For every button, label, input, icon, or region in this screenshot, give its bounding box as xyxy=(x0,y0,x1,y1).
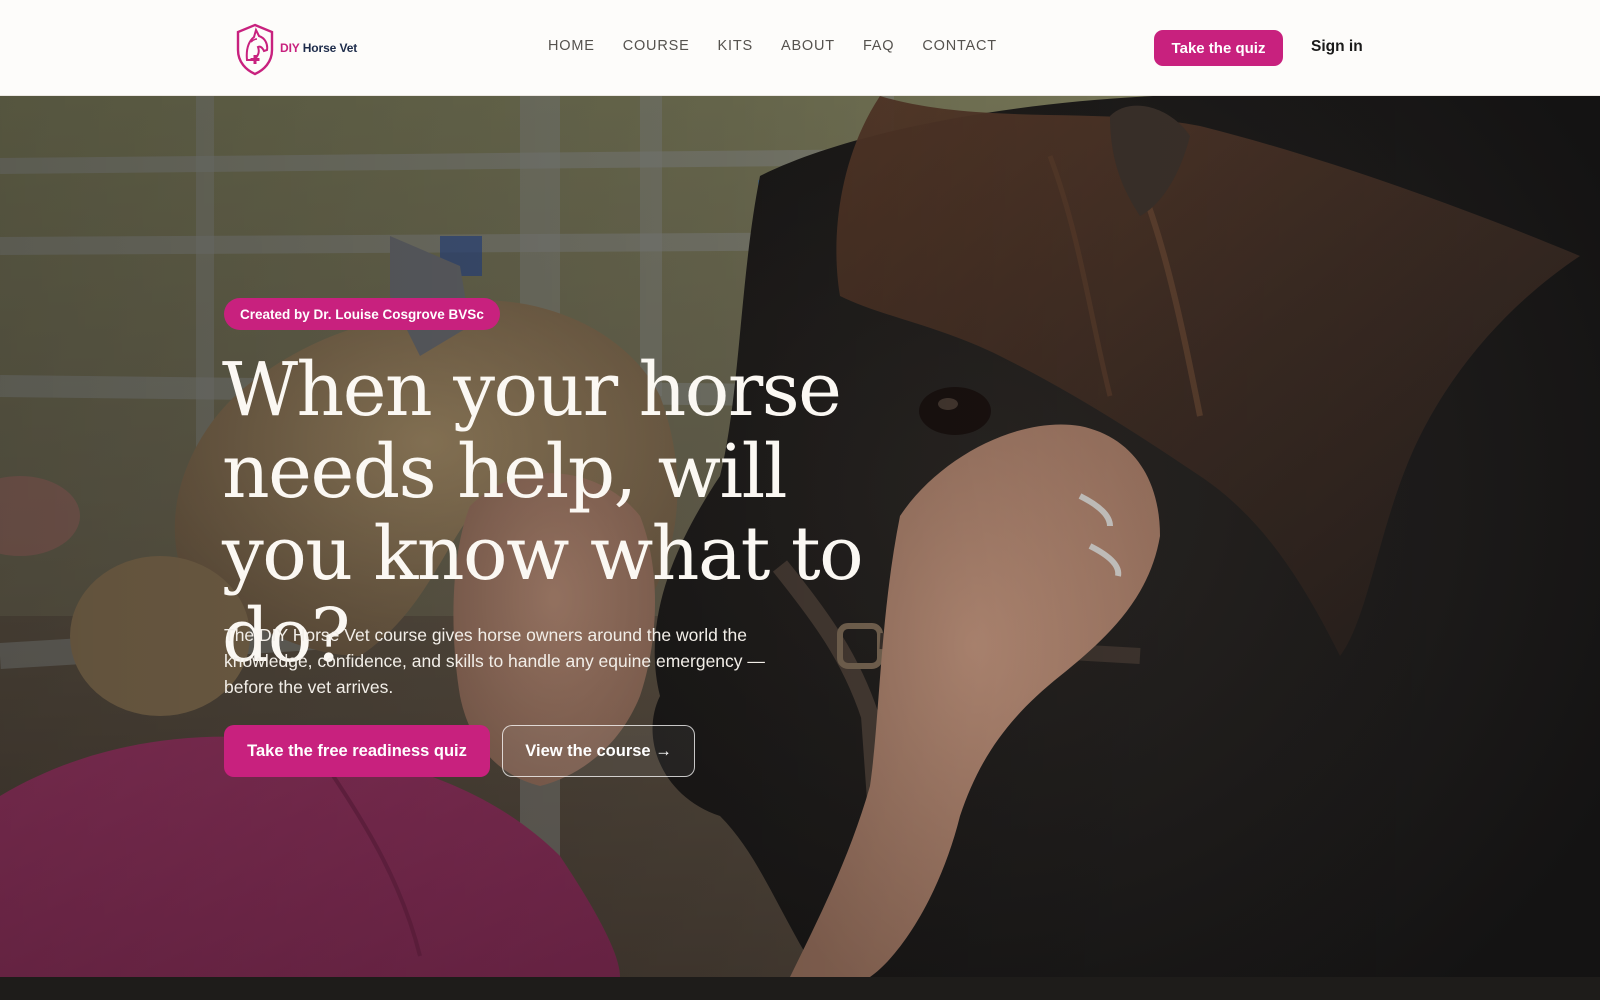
nav-faq[interactable]: FAQ xyxy=(863,38,894,54)
hero-section: Created by Dr. Louise Cosgrove BVSc When… xyxy=(0,96,1600,977)
brand-logo[interactable]: DIY Horse Vet xyxy=(233,20,357,76)
brand-wordmark-rest: Horse Vet xyxy=(299,41,358,55)
nav-home[interactable]: HOME xyxy=(548,38,595,54)
hero-subcopy: The DIY Horse Vet course gives horse own… xyxy=(224,625,765,697)
nav-kits[interactable]: KITS xyxy=(718,38,753,54)
nav-about[interactable]: ABOUT xyxy=(781,38,835,54)
nav-course[interactable]: COURSE xyxy=(623,38,690,54)
creator-badge: Created by Dr. Louise Cosgrove BVSc xyxy=(224,298,500,330)
main-nav: HOME COURSE KITS ABOUT FAQ CONTACT xyxy=(548,38,997,54)
site-header: DIY Horse Vet HOME COURSE KITS ABOUT FAQ… xyxy=(0,0,1600,96)
take-quiz-button[interactable]: Take the quiz xyxy=(1154,30,1283,66)
sign-in-link[interactable]: Sign in xyxy=(1311,38,1363,56)
nav-contact[interactable]: CONTACT xyxy=(922,38,997,54)
brand-wordmark: DIY Horse Vet xyxy=(280,41,357,55)
brand-wordmark-diy: DIY xyxy=(280,41,300,55)
view-course-button[interactable]: View the course → xyxy=(502,725,695,777)
dark-section-edge xyxy=(0,977,1600,1000)
readiness-quiz-button[interactable]: Take the free readiness quiz xyxy=(224,725,490,777)
horse-shield-icon xyxy=(236,23,274,76)
